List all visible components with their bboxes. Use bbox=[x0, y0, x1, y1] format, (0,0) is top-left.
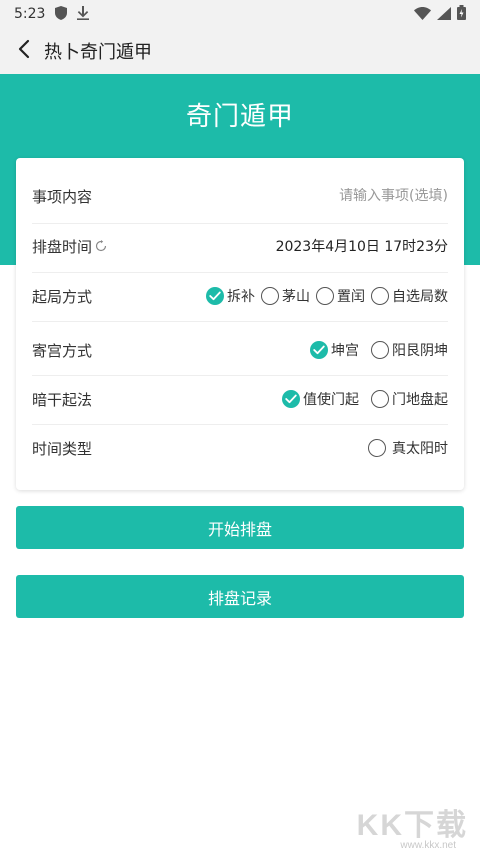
checked-icon bbox=[282, 390, 300, 408]
time-row[interactable]: 排盘时间 2023年4月10日 17时23分 bbox=[32, 226, 448, 266]
option-label: 值使门起 bbox=[303, 392, 359, 408]
time-label-group: 排盘时间 bbox=[32, 236, 107, 257]
page-title: 奇门遁甲 bbox=[185, 102, 294, 132]
option-label: 自选局数 bbox=[392, 289, 448, 305]
palace-method-options: 坤宫 阳艮阴坤 bbox=[308, 340, 448, 360]
shield-icon bbox=[55, 5, 68, 24]
radio-unchecked-icon bbox=[368, 439, 386, 457]
palace-method-row: 寄宫方式 坤宫 阳艮阴坤 bbox=[32, 330, 448, 370]
option-label: 真太阳时 bbox=[392, 441, 448, 457]
start-method-label: 起局方式 bbox=[32, 287, 93, 306]
watermark-logo: KK下载 bbox=[357, 800, 468, 844]
hidden-stem-label: 暗干起法 bbox=[32, 390, 93, 409]
option-yanggen[interactable]: 阳艮阴坤 bbox=[371, 340, 448, 360]
hidden-stem-row: 暗干起法 值使门起 门地盘起 bbox=[32, 379, 448, 419]
option-zhirun[interactable]: 置闰 bbox=[316, 286, 365, 306]
refresh-icon[interactable] bbox=[95, 240, 107, 252]
radio-unchecked-icon bbox=[371, 390, 389, 408]
status-bar: 5:23 bbox=[0, 0, 480, 28]
divider bbox=[32, 272, 448, 273]
app-title: 热卜奇门遁甲 bbox=[44, 42, 152, 63]
matter-row: 事项内容 bbox=[32, 176, 448, 216]
option-label: 门地盘起 bbox=[392, 392, 448, 408]
checked-icon bbox=[310, 341, 328, 359]
status-right-icons bbox=[414, 4, 466, 24]
option-mendi[interactable]: 门地盘起 bbox=[371, 389, 448, 409]
divider bbox=[32, 321, 448, 322]
wifi-icon bbox=[414, 5, 431, 24]
option-zixuan[interactable]: 自选局数 bbox=[371, 286, 448, 306]
time-type-label: 时间类型 bbox=[32, 439, 93, 458]
option-maoshan[interactable]: 茅山 bbox=[261, 286, 310, 306]
radio-unchecked-icon bbox=[261, 287, 279, 305]
radio-unchecked-icon bbox=[316, 287, 334, 305]
checked-icon bbox=[206, 287, 224, 305]
back-button[interactable] bbox=[12, 39, 36, 63]
time-value[interactable]: 2023年4月10日 17时23分 bbox=[276, 236, 448, 256]
start-plate-button[interactable]: 开始排盘 bbox=[16, 506, 464, 549]
option-zhentaiyang[interactable]: 真太阳时 bbox=[368, 438, 448, 458]
option-label: 置闰 bbox=[337, 289, 365, 305]
divider bbox=[32, 424, 448, 425]
option-label: 茅山 bbox=[282, 289, 310, 305]
hidden-stem-options: 值使门起 门地盘起 bbox=[280, 389, 448, 409]
option-chaibu[interactable]: 拆补 bbox=[206, 286, 255, 306]
divider bbox=[32, 223, 448, 224]
status-time: 5:23 bbox=[14, 6, 46, 22]
watermark-text: KK下载 bbox=[356, 809, 468, 842]
start-method-row: 起局方式 拆补 茅山 置闰 自选局数 bbox=[32, 276, 448, 316]
matter-input[interactable] bbox=[248, 188, 448, 204]
option-zhishi[interactable]: 值使门起 bbox=[282, 389, 359, 409]
start-method-options: 拆补 茅山 置闰 自选局数 bbox=[204, 286, 448, 306]
chevron-left-icon bbox=[18, 39, 30, 63]
option-label: 拆补 bbox=[227, 289, 255, 305]
radio-unchecked-icon bbox=[371, 287, 389, 305]
time-type-row: 时间类型 真太阳时 bbox=[32, 428, 448, 468]
option-label: 阳艮阴坤 bbox=[392, 343, 448, 359]
signal-icon bbox=[437, 5, 451, 24]
matter-label: 事项内容 bbox=[32, 187, 93, 206]
time-label: 排盘时间 bbox=[32, 237, 93, 256]
palace-method-label: 寄宫方式 bbox=[32, 341, 93, 360]
app-bar: 热卜奇门遁甲 bbox=[0, 28, 480, 74]
time-type-options: 真太阳时 bbox=[366, 438, 448, 458]
form-card: 事项内容 排盘时间 2023年4月10日 17时23分 起局方式 拆补 茅山 bbox=[16, 158, 464, 490]
plate-records-button[interactable]: 排盘记录 bbox=[16, 575, 464, 618]
divider bbox=[32, 375, 448, 376]
watermark-url: www.kkx.net bbox=[400, 840, 456, 851]
option-label: 坤宫 bbox=[331, 343, 359, 359]
option-kungong[interactable]: 坤宫 bbox=[310, 340, 359, 360]
battery-icon bbox=[457, 4, 466, 24]
download-icon bbox=[77, 5, 90, 24]
radio-unchecked-icon bbox=[371, 341, 389, 359]
